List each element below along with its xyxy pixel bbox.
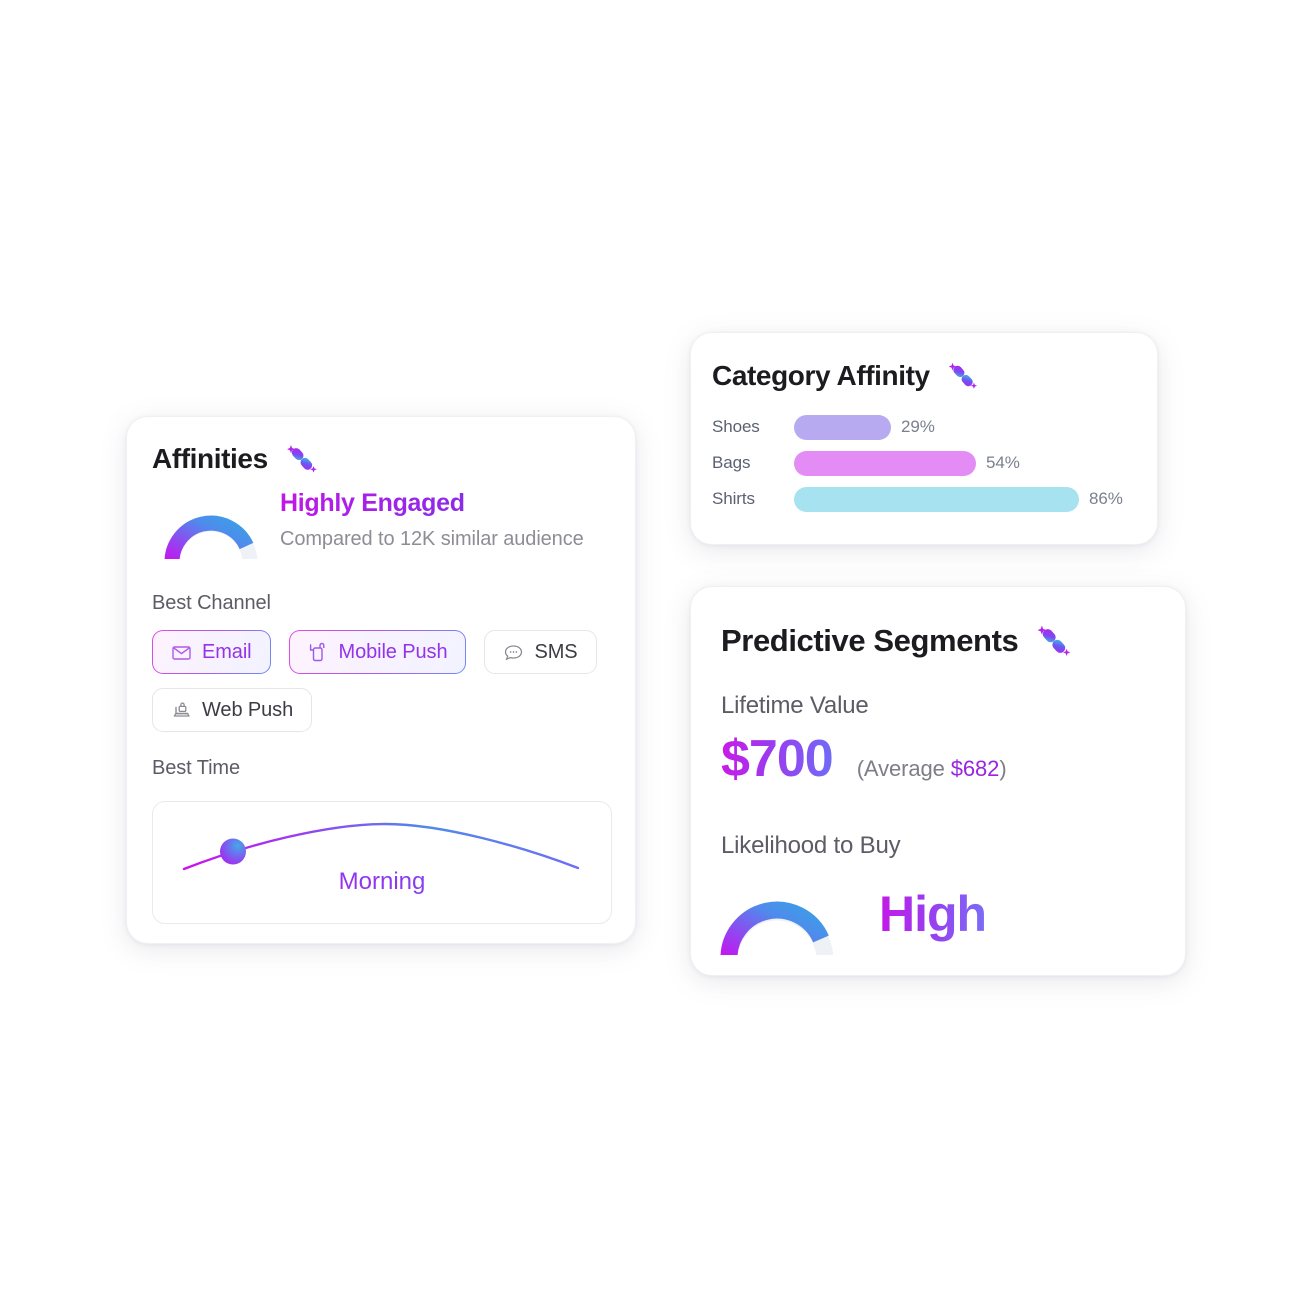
channel-chip-label: Web Push: [202, 698, 294, 721]
bar-percent: 29%: [901, 417, 935, 436]
affinity-status: Highly Engaged: [280, 489, 584, 518]
bar-track: 86%: [794, 486, 1143, 512]
category-affinity-header: Category Affinity: [712, 357, 982, 395]
predictive-segments-header: Predictive Segments: [721, 619, 1076, 663]
bar-row: Bags 54%: [712, 445, 1143, 481]
bar-track: 29%: [794, 414, 1143, 440]
likelihood-to-buy-row: High: [715, 875, 987, 955]
bar-percent: 86%: [1089, 489, 1123, 508]
affinities-card: Affinities Highly Engaged Compared to 12…: [126, 416, 636, 944]
best-channel-label: Best Channel: [152, 592, 271, 614]
affinity-gauge-text: Highly Engaged Compared to 12K similar a…: [280, 485, 584, 551]
best-time-value: Morning: [153, 868, 611, 896]
best-time-chart: Morning: [152, 801, 612, 924]
web-push-icon: [171, 700, 192, 721]
channel-chip-label: Mobile Push: [338, 640, 448, 663]
bar-row: Shirts 86%: [712, 481, 1143, 517]
sparkle-icon: [282, 439, 322, 479]
likelihood-to-buy-label: Likelihood to Buy: [721, 832, 901, 859]
best-time-label: Best Time: [152, 757, 241, 779]
sparkle-icon: [944, 357, 982, 395]
chat-bubble-icon: [503, 642, 524, 663]
envelope-icon: [171, 642, 192, 663]
affinity-comparison: Compared to 12K similar audience: [280, 528, 584, 550]
bar-track: 54%: [794, 450, 1143, 476]
likelihood-gauge: [715, 875, 855, 955]
channel-chip-web-push[interactable]: Web Push: [152, 688, 313, 732]
lifetime-value-average: (Average $682): [857, 756, 1007, 782]
page-title: Affinities: [152, 443, 268, 474]
sparkle-icon: [1032, 619, 1076, 663]
average-prefix: (Average: [856, 756, 951, 781]
lifetime-value-row: $700 (Average $682): [721, 729, 1007, 789]
likelihood-to-buy-value: High: [879, 886, 987, 942]
card-title: Predictive Segments: [721, 623, 1019, 658]
affinity-gauge-row: Highly Engaged Compared to 12K similar a…: [152, 485, 584, 559]
category-affinity-card: Category Affinity Shoes 29% Bags 54% Shi…: [690, 332, 1158, 545]
bar-row: Shoes 29%: [712, 409, 1143, 445]
category-bars: Shoes 29% Bags 54% Shirts 86%: [712, 409, 1143, 517]
lifetime-value-label: Lifetime Value: [721, 692, 869, 719]
channel-chip-email[interactable]: Email: [152, 630, 271, 674]
predictive-segments-card: Predictive Segments Lifetime Value $700 …: [690, 586, 1186, 976]
card-title: Category Affinity: [712, 360, 930, 391]
channel-chip-mobile-push[interactable]: Mobile Push: [289, 630, 467, 674]
bar-fill-bags: [794, 450, 976, 476]
average-suffix: ): [999, 756, 1007, 781]
affinity-gauge: [152, 493, 270, 559]
channel-chip-label: Email: [202, 640, 252, 663]
bar-fill-shirts: [794, 486, 1079, 512]
average-amount: $682: [950, 756, 1000, 781]
bar-label: Shoes: [712, 417, 760, 436]
affinities-header: Affinities: [152, 439, 322, 479]
channel-chip-label: SMS: [534, 640, 578, 663]
bar-label: Bags: [712, 453, 751, 472]
best-channel-chips: Email Mobile Push SMS Web Push: [152, 630, 612, 732]
bar-label: Shirts: [712, 489, 755, 508]
bar-percent: 54%: [986, 453, 1020, 472]
bar-fill-shoes: [794, 414, 891, 440]
mobile-push-icon: [308, 642, 329, 663]
lifetime-value-amount: $700: [721, 730, 834, 788]
channel-chip-sms[interactable]: SMS: [484, 630, 597, 674]
